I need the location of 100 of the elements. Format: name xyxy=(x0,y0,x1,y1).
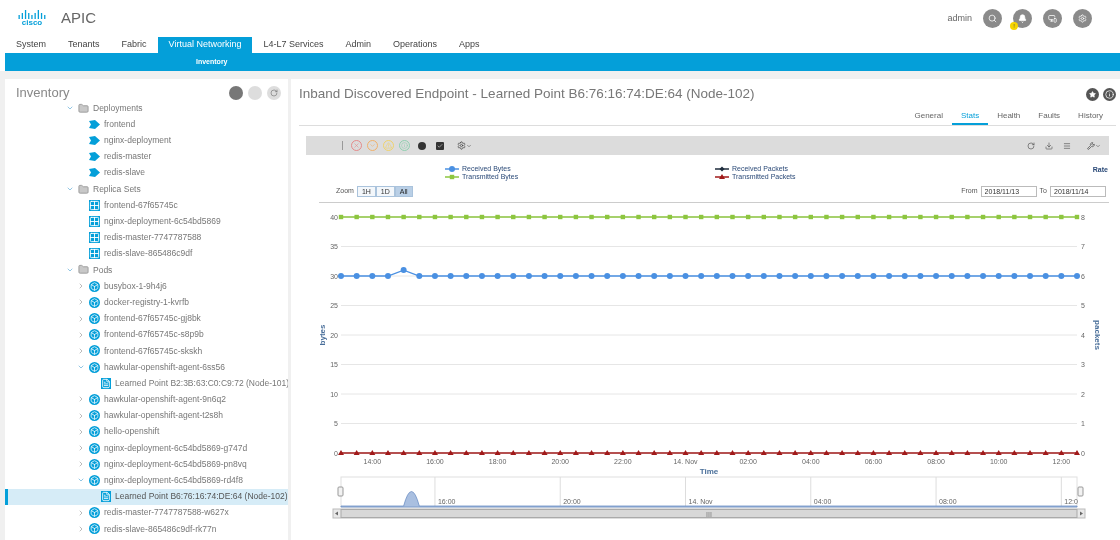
tree-item[interactable]: redis-slave xyxy=(5,164,288,181)
tree-item[interactable]: Learned Point B6:76:16:74:DE:64 (Node-102) xyxy=(5,488,288,505)
data-point xyxy=(719,174,725,179)
tree-item[interactable]: frontend-67f65745c xyxy=(5,197,288,214)
user-name[interactable]: admin xyxy=(947,11,972,26)
download-icon[interactable] xyxy=(1045,141,1053,150)
data-point xyxy=(1027,450,1033,455)
settings-dropdown-icon[interactable] xyxy=(457,141,472,150)
tree-item[interactable]: Learned Point B2:3B:63:C0:C9:72 (Node-101) xyxy=(5,375,288,392)
refresh-icon[interactable] xyxy=(1027,141,1035,150)
tree-item[interactable]: hawkular-openshift-agent-t2s8h xyxy=(5,407,288,424)
cube-icon xyxy=(89,393,100,405)
data-point xyxy=(1042,273,1049,279)
warning-icon[interactable] xyxy=(383,140,394,151)
tree-item[interactable]: nginx-deployment-6c54bd5869 xyxy=(5,213,288,230)
tree-item[interactable]: hello-openshift xyxy=(5,423,288,440)
tree-item[interactable]: busybox-1-9h4j6 xyxy=(5,278,288,295)
grid-icon xyxy=(89,199,100,211)
critical-icon[interactable] xyxy=(351,140,362,151)
deployment-icon xyxy=(89,135,100,145)
nav-tab[interactable]: Apps xyxy=(448,37,491,53)
tree-item[interactable]: nginx-deployment-6c54bd5869-g747d xyxy=(5,439,288,457)
settings-button[interactable] xyxy=(1073,9,1092,28)
data-point xyxy=(478,273,485,279)
tree-item[interactable]: redis-master-7747787588 xyxy=(5,229,288,246)
tools-dropdown-icon[interactable] xyxy=(1087,141,1101,150)
tree-item[interactable]: Replica Sets xyxy=(5,180,288,198)
tree-item[interactable]: docker-registry-1-kvrfb xyxy=(5,294,288,311)
nav-tab[interactable]: Tenants xyxy=(57,37,111,53)
data-point xyxy=(557,450,564,455)
search-button[interactable] xyxy=(983,9,1002,28)
data-point xyxy=(792,214,798,220)
data-point xyxy=(463,450,470,455)
tree-item[interactable]: Deployments xyxy=(5,100,288,117)
tree-item[interactable]: frontend-67f65745c-gj8bk xyxy=(5,310,288,327)
data-point xyxy=(431,450,438,455)
tree-item[interactable]: nginx-deployment xyxy=(5,132,288,149)
data-point xyxy=(666,273,673,279)
data-point xyxy=(431,273,438,279)
document-icon xyxy=(101,491,112,503)
nav-tab[interactable]: L4-L7 Services xyxy=(252,37,335,53)
menu-icon[interactable] xyxy=(1063,141,1071,150)
cube-icon xyxy=(89,280,100,292)
detail-tab[interactable]: Health xyxy=(988,109,1030,125)
tree-item[interactable]: Pods xyxy=(5,261,288,279)
record-icon[interactable] xyxy=(418,141,426,150)
info-icon[interactable] xyxy=(399,140,410,151)
cube-icon xyxy=(89,474,100,486)
help-icon[interactable] xyxy=(1103,87,1116,101)
cube-icon xyxy=(89,329,100,341)
tree-label: nginx-deployment-6c54bd5869-g747d xyxy=(104,441,248,455)
data-point xyxy=(823,450,830,455)
data-point xyxy=(902,214,907,220)
data-point xyxy=(1011,450,1018,455)
tree-item[interactable]: redis-master-7747787588-w627x xyxy=(5,504,288,521)
refresh-icon[interactable] xyxy=(267,86,281,100)
tree-item[interactable]: hawkular-openshift-agent-6ss56 xyxy=(5,359,288,376)
data-point xyxy=(494,450,501,455)
detail-tab[interactable]: Stats xyxy=(951,109,989,125)
tree-label: frontend-67f65745c-skskh xyxy=(104,344,203,358)
nav-tab[interactable]: Virtual Networking xyxy=(157,37,253,53)
tree-item[interactable]: redis-master xyxy=(5,148,288,165)
data-point xyxy=(338,450,344,455)
data-point xyxy=(714,214,720,220)
data-point xyxy=(730,214,735,220)
nav-tab[interactable]: System xyxy=(5,37,57,53)
navigator-handle[interactable] xyxy=(337,486,344,497)
data-point xyxy=(479,214,485,220)
nav-tab[interactable]: Fabric xyxy=(110,37,158,53)
detail-tab[interactable]: History xyxy=(1069,109,1112,125)
monitor-button[interactable] xyxy=(1043,9,1062,28)
tree-item[interactable]: frontend xyxy=(5,116,288,133)
tree-item[interactable]: frontend-67f65745c-skskh xyxy=(5,342,288,359)
tree-item[interactable]: nginx-deployment-6c54bd5869-pn8vq xyxy=(5,456,288,473)
data-point xyxy=(478,450,485,455)
nav-tab[interactable]: Admin xyxy=(334,37,382,53)
data-point xyxy=(948,450,955,455)
data-point xyxy=(604,450,611,455)
tree-item[interactable]: nginx-deployment-6c54bd5869-rd4f8 xyxy=(5,472,288,489)
logo-text: cisco xyxy=(21,19,43,27)
tree-item[interactable]: redis-slave-865486c9df-rk77n xyxy=(5,520,288,538)
checkbox-icon[interactable] xyxy=(436,141,444,150)
data-point xyxy=(870,450,877,455)
tree-item[interactable]: frontend-67f65745c-s8p9b xyxy=(5,326,288,343)
notifications-button[interactable] xyxy=(1013,9,1032,28)
tree-item[interactable]: redis-slave-865486c9df xyxy=(5,245,288,262)
data-point xyxy=(777,214,782,220)
nav-tab[interactable]: Operations xyxy=(382,37,448,53)
detail-tab[interactable]: General xyxy=(905,109,952,125)
detail-tab[interactable]: Faults xyxy=(1029,109,1070,125)
data-point xyxy=(541,273,548,279)
navigator-handle[interactable] xyxy=(1077,486,1084,497)
scrollbar[interactable] xyxy=(332,508,1086,519)
data-point xyxy=(698,273,705,279)
data-point xyxy=(604,273,611,279)
data-point xyxy=(1074,450,1080,455)
tree-item[interactable]: hawkular-openshift-agent-9n6q2 xyxy=(5,391,288,408)
tree-label: frontend-67f65745c xyxy=(104,198,178,212)
data-point xyxy=(666,450,673,455)
data-point xyxy=(510,273,517,279)
